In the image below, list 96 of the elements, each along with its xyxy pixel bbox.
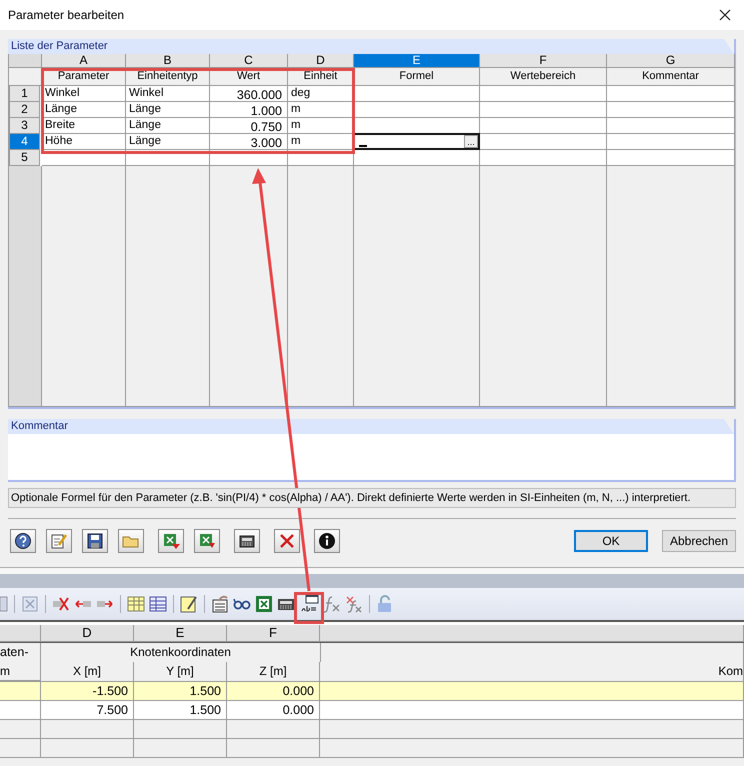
insert-text-icon[interactable] (299, 594, 319, 614)
table-cell[interactable]: 1.000 (210, 102, 288, 118)
table-cell[interactable]: Höhe (42, 134, 126, 150)
comment-field[interactable] (8, 434, 734, 480)
row-number[interactable]: 4 (9, 134, 40, 150)
save-button[interactable] (82, 529, 108, 553)
table-cell[interactable]: m (288, 118, 354, 134)
column-letter[interactable]: E (134, 625, 227, 642)
dialog-button[interactable]: Abbrechen (662, 530, 736, 552)
xlsout-button[interactable] (194, 529, 220, 553)
column-header: Wertebereich (480, 68, 607, 86)
column-letter[interactable]: D (41, 625, 134, 642)
remove-formula-icon[interactable] (345, 595, 363, 613)
table-cell[interactable] (607, 118, 735, 134)
table-cell[interactable]: Winkel (42, 86, 126, 102)
table-cell[interactable] (480, 86, 607, 102)
text-cursor (359, 145, 367, 147)
table-cell[interactable] (607, 102, 735, 118)
table-cell[interactable]: Breite (42, 118, 126, 134)
delete-row-icon[interactable] (52, 595, 70, 613)
table-row[interactable] (0, 720, 744, 739)
table-cell[interactable] (480, 134, 607, 150)
table-cell[interactable] (607, 134, 735, 150)
column-header: aten- (0, 645, 28, 659)
row-number[interactable]: 1 (9, 86, 40, 102)
info-icon (318, 532, 336, 550)
table-cell (0, 739, 41, 758)
edit-button[interactable] (46, 529, 72, 553)
column-letter[interactable]: D (288, 54, 354, 68)
dialog-button[interactable]: OK (574, 530, 648, 552)
column-header: m (0, 664, 10, 678)
formula-icon[interactable] (323, 595, 341, 613)
column-letter[interactable]: B (126, 54, 210, 68)
help-icon (14, 532, 32, 550)
column-letter[interactable]: A (42, 54, 126, 68)
notepad-icon (50, 532, 68, 550)
xlsin-button[interactable] (158, 529, 184, 553)
table-cell[interactable]: Winkel (126, 86, 210, 102)
table-cell[interactable]: m (288, 134, 354, 150)
table-cell[interactable]: ... (353, 133, 480, 150)
table-cell[interactable] (480, 118, 607, 134)
table-icon[interactable] (127, 595, 145, 613)
column-letter[interactable] (0, 625, 41, 642)
row-number[interactable]: 5 (9, 150, 40, 166)
delete-button[interactable] (274, 529, 300, 553)
table-cell[interactable]: Länge (126, 134, 210, 150)
table-cell[interactable]: 0.750 (210, 118, 288, 134)
spreadsheet-import-icon (162, 532, 180, 550)
table-cell[interactable]: Länge (126, 102, 210, 118)
cross-icon (278, 532, 296, 550)
column-header: Formel (354, 68, 480, 86)
info-button[interactable] (314, 529, 340, 553)
table-row[interactable] (0, 739, 744, 758)
edit-table-icon[interactable] (180, 595, 198, 613)
table-cell[interactable] (354, 86, 480, 102)
corner-cell[interactable] (9, 54, 42, 68)
document-icon[interactable] (211, 595, 229, 613)
row-number[interactable]: 3 (9, 118, 40, 134)
panel-title: Kommentar (8, 419, 734, 434)
toolbar-icon[interactable] (0, 595, 8, 613)
column-letter[interactable]: E (354, 54, 480, 68)
column-header: X [m] (72, 664, 101, 678)
highlight-frame (294, 592, 324, 624)
browse-button[interactable]: ... (464, 135, 478, 148)
table-cell[interactable] (607, 86, 735, 102)
spreadsheet-icon[interactable] (255, 595, 273, 613)
table-cell[interactable]: 3.000 (210, 134, 288, 150)
lock-icon[interactable] (376, 595, 394, 613)
window-title: Parameter bearbeiten (8, 8, 124, 22)
column-header: Y [m] (166, 664, 194, 678)
open-button[interactable] (118, 529, 144, 553)
table-icon[interactable] (149, 595, 167, 613)
panel-title: Liste der Parameter (8, 39, 734, 54)
hint-text: Optionale Formel für den Parameter (z.B. 'sin(PI/4) * cos(Alpha) / AA'). Direkt definierte Werte werden in SI-Einheiten (m, N, ...) interpretiert. (8, 488, 736, 508)
column-letter[interactable]: F (480, 54, 607, 68)
table-cell[interactable] (354, 102, 480, 118)
close-icon[interactable] (719, 9, 731, 21)
column-header: Kommentar (607, 68, 735, 86)
table-row[interactable]: -1.500 1.500 0.000 (0, 682, 744, 701)
column-header: Kom (718, 664, 743, 678)
row-number[interactable]: 2 (9, 102, 40, 118)
table-cell[interactable]: 360.000 (210, 86, 288, 102)
column-letter[interactable]: C (210, 54, 288, 68)
table-cell[interactable] (480, 102, 607, 118)
column-header: Z [m] (259, 664, 287, 678)
table-row[interactable]: 7.500 1.500 0.000 (0, 701, 744, 720)
help-button[interactable] (10, 529, 36, 553)
table-cell[interactable]: m (288, 102, 354, 118)
calc-button[interactable] (234, 529, 260, 553)
column-letter[interactable]: G (607, 54, 735, 68)
spreadsheet-export-icon (198, 532, 216, 550)
table-cell[interactable]: Länge (42, 102, 126, 118)
table-cell[interactable]: Länge (126, 118, 210, 134)
column-letter[interactable]: F (227, 625, 320, 642)
column-letter[interactable] (320, 625, 744, 642)
table-cell[interactable]: deg (288, 86, 354, 102)
